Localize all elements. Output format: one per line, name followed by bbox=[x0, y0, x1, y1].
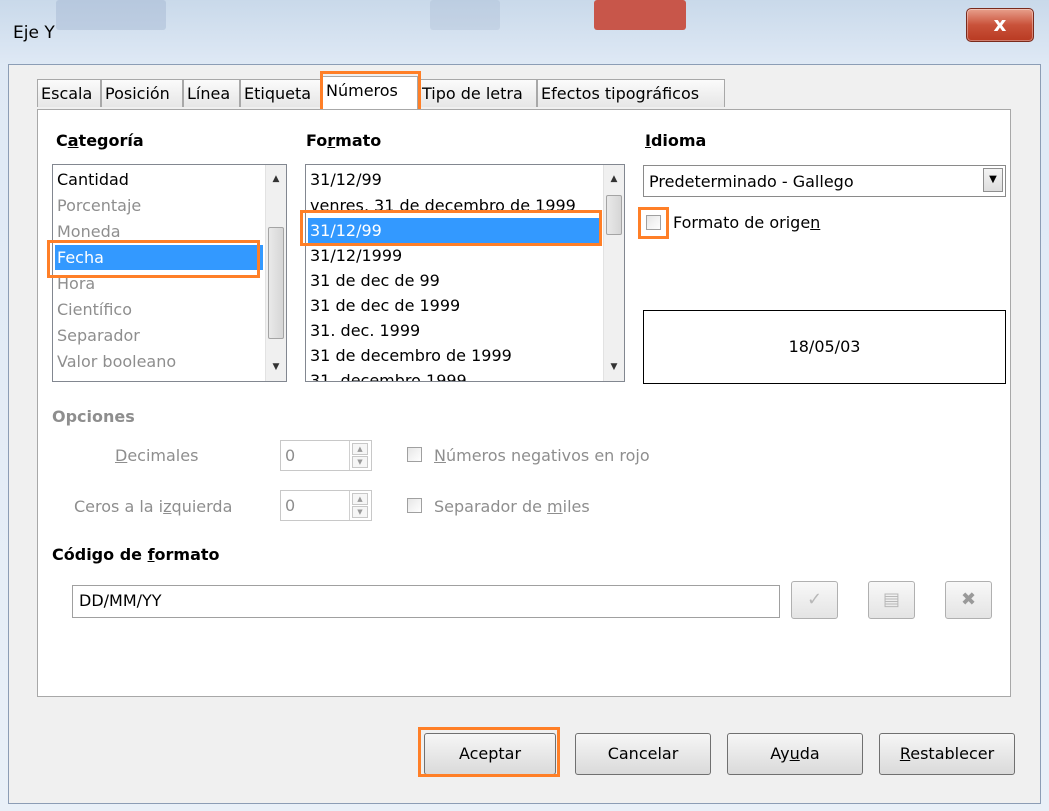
accept-format-button[interactable]: ✓ bbox=[791, 581, 838, 619]
list-item[interactable]: venres, 31 de decembro de 1999 bbox=[310, 193, 576, 218]
stepper-buttons: ▲ ▼ bbox=[349, 491, 371, 520]
format-code-input[interactable]: DD/MM/YY bbox=[72, 585, 780, 618]
list-item-selected[interactable]: 31/12/99 bbox=[308, 218, 600, 243]
dialog-window: Eje Y x Escala Posición Línea Etiqueta N… bbox=[0, 0, 1049, 811]
list-item[interactable]: Científico bbox=[57, 297, 132, 322]
tab-tipo-de-letra[interactable]: Tipo de letra bbox=[418, 79, 537, 107]
list-item[interactable]: Cantidad bbox=[57, 167, 129, 192]
list-item[interactable]: Separador bbox=[57, 323, 140, 348]
background-window-strip bbox=[430, 0, 500, 30]
scroll-up-icon[interactable]: ▲ bbox=[604, 169, 624, 189]
list-item[interactable]: Valor booleano bbox=[57, 349, 176, 374]
background-window-strip bbox=[56, 0, 166, 30]
list-item[interactable]: 31. dec. 1999 bbox=[310, 318, 420, 343]
list-item-selected[interactable]: Fecha bbox=[55, 245, 263, 270]
source-format-checkbox[interactable] bbox=[646, 215, 661, 230]
list-item[interactable]: 31. decembro 1999 bbox=[310, 368, 467, 381]
decimals-label: Decimales bbox=[115, 446, 199, 465]
help-button[interactable]: Ayuda bbox=[727, 733, 863, 775]
spin-down-icon[interactable]: ▼ bbox=[352, 506, 368, 518]
tab-efectos-tipograficos[interactable]: Efectos tipográficos bbox=[537, 79, 725, 107]
list-item[interactable]: 31 de dec de 1999 bbox=[310, 293, 460, 318]
language-value: Predeterminado - Gallego bbox=[649, 172, 854, 191]
category-scrollbar[interactable]: ▲ ▼ bbox=[265, 165, 286, 381]
thousands-sep-label[interactable]: Separador de miles bbox=[434, 497, 590, 516]
language-label: Idioma bbox=[645, 131, 707, 150]
tab-posicion[interactable]: Posición bbox=[101, 79, 183, 107]
source-format-label[interactable]: Formato de origen bbox=[673, 213, 820, 232]
spin-up-icon[interactable]: ▲ bbox=[352, 443, 368, 455]
format-preview: 18/05/03 bbox=[643, 310, 1006, 384]
thousands-sep-checkbox[interactable] bbox=[407, 498, 422, 513]
spin-down-icon[interactable]: ▼ bbox=[352, 456, 368, 468]
delete-format-button[interactable]: ✖ bbox=[945, 581, 992, 619]
title-bar: Eje Y x bbox=[0, 0, 1049, 64]
list-item[interactable]: 31 de dec de 99 bbox=[310, 268, 440, 293]
cancel-button[interactable]: Cancelar bbox=[575, 733, 711, 775]
close-button[interactable]: x bbox=[966, 8, 1034, 42]
format-scrollbar[interactable]: ▲ ▼ bbox=[603, 165, 624, 381]
tab-linea[interactable]: Línea bbox=[183, 79, 240, 107]
window-title: Eje Y bbox=[13, 23, 55, 43]
comment-format-button[interactable]: ▤ bbox=[868, 581, 915, 619]
leading-zeros-label: Ceros a la izquierda bbox=[74, 497, 233, 516]
negative-red-checkbox[interactable] bbox=[407, 447, 422, 462]
language-dropdown[interactable]: Predeterminado - Gallego ▼ bbox=[643, 165, 1006, 197]
negative-red-label[interactable]: Números negativos en rojo bbox=[434, 446, 650, 465]
list-item[interactable]: 31/12/99 bbox=[310, 167, 382, 192]
format-listbox[interactable]: 31/12/99 venres, 31 de decembro de 1999 … bbox=[305, 164, 625, 382]
format-label: Formato bbox=[306, 131, 382, 150]
list-item[interactable]: Hora bbox=[57, 271, 95, 296]
tab-etiqueta[interactable]: Etiqueta bbox=[240, 79, 322, 107]
options-title: Opciones bbox=[52, 407, 135, 426]
reset-button[interactable]: Restablecer bbox=[879, 733, 1015, 775]
preview-value: 18/05/03 bbox=[788, 337, 861, 356]
delete-icon: ✖ bbox=[960, 589, 977, 610]
decimals-value: 0 bbox=[285, 446, 296, 465]
scroll-down-icon[interactable]: ▼ bbox=[266, 357, 286, 377]
leading-zeros-value: 0 bbox=[285, 496, 296, 515]
scroll-thumb[interactable] bbox=[606, 195, 622, 235]
ok-button[interactable]: Aceptar bbox=[424, 733, 556, 775]
check-icon: ✓ bbox=[806, 589, 823, 610]
stepper-buttons: ▲ ▼ bbox=[349, 441, 371, 470]
list-item[interactable]: Moneda bbox=[57, 219, 121, 244]
scroll-down-icon[interactable]: ▼ bbox=[604, 357, 624, 377]
comment-icon: ▤ bbox=[882, 589, 900, 610]
scroll-up-icon[interactable]: ▲ bbox=[266, 169, 286, 189]
close-icon: x bbox=[993, 12, 1007, 36]
chevron-down-icon[interactable]: ▼ bbox=[983, 168, 1003, 192]
background-window-strip bbox=[594, 0, 686, 30]
category-listbox[interactable]: Cantidad Porcentaje Moneda Fecha Hora Ci… bbox=[52, 164, 287, 382]
list-item[interactable]: Porcentaje bbox=[57, 193, 141, 218]
scroll-thumb[interactable] bbox=[268, 227, 284, 339]
decimals-stepper[interactable]: 0 ▲ ▼ bbox=[280, 440, 372, 471]
spin-up-icon[interactable]: ▲ bbox=[352, 493, 368, 505]
tab-escala[interactable]: Escala bbox=[37, 79, 101, 107]
format-code-label: Código de formato bbox=[52, 545, 220, 564]
list-item[interactable]: 31/12/1999 bbox=[310, 243, 402, 268]
category-label: Categoría bbox=[56, 131, 144, 150]
leading-zeros-stepper[interactable]: 0 ▲ ▼ bbox=[280, 490, 372, 521]
list-item[interactable]: 31 de decembro de 1999 bbox=[310, 343, 512, 368]
tab-numeros[interactable]: Números bbox=[322, 76, 418, 110]
